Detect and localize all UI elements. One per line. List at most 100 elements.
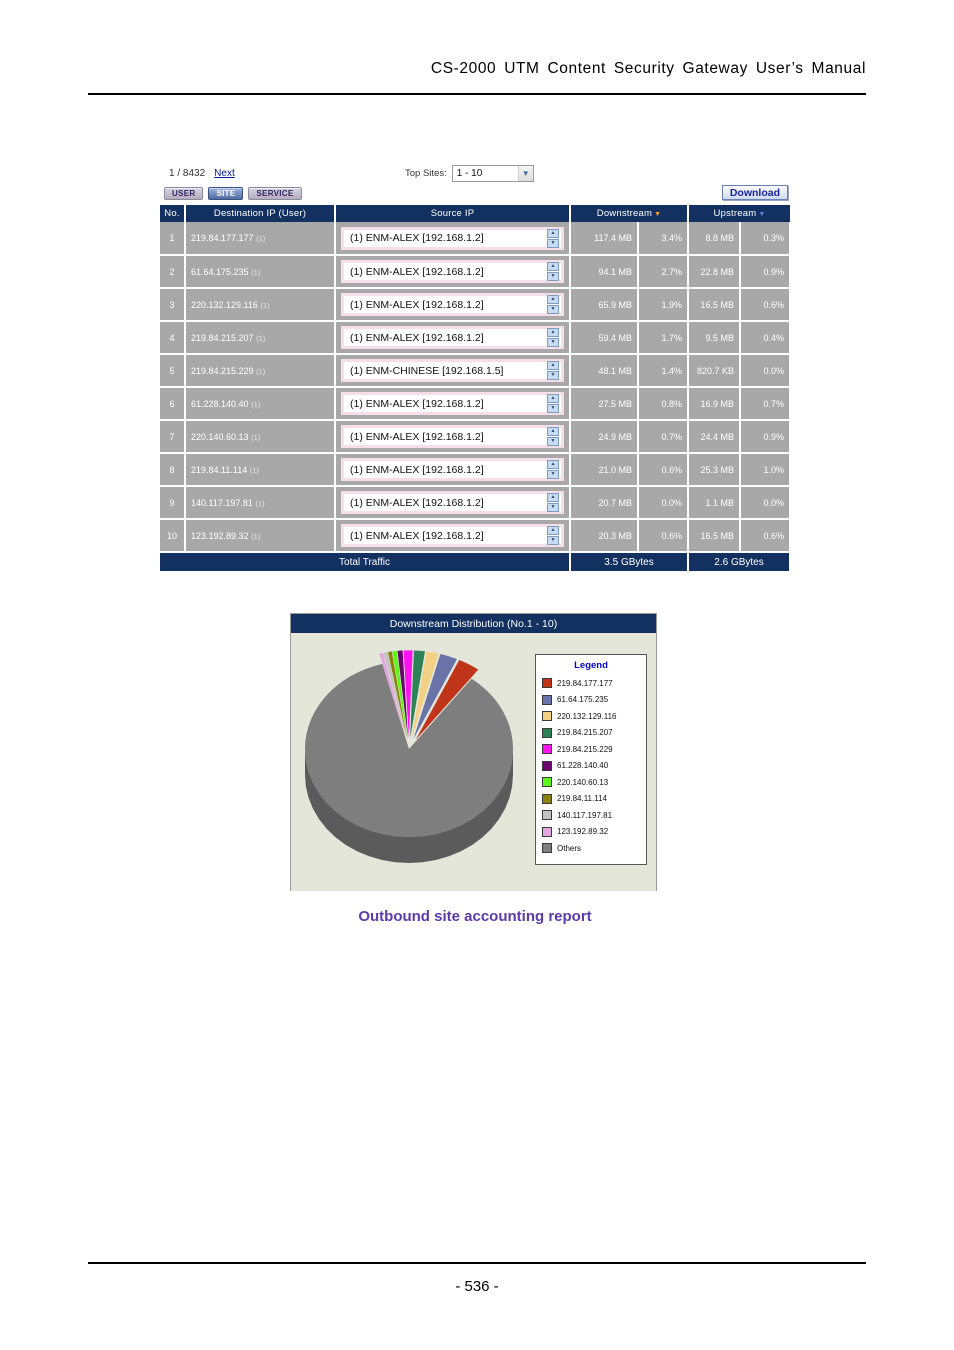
cell-destination-ip: 220.140.60.13 (1) — [185, 420, 336, 454]
legend-label: 219.84.11.114 — [557, 794, 607, 804]
legend-item: 61.64.175.235 — [542, 692, 640, 709]
destination-ip-text: 61.64.175.235 — [191, 266, 249, 277]
legend-label: 219.84.177.177 — [557, 678, 613, 688]
tab-user[interactable]: USER — [164, 187, 204, 200]
source-ip-listbox[interactable]: (1) ENM-ALEX [192.168.1.2] ▲ ▼ — [341, 425, 564, 448]
cell-upstream-percent: 1.0% — [740, 453, 792, 487]
legend-swatch — [542, 760, 552, 771]
table-row: 5 219.84.215.229 (1) (1) ENM-CHINESE [192.… — [160, 354, 792, 388]
spinner-down-icon[interactable]: ▼ — [547, 338, 559, 347]
legend-title: Legend — [574, 660, 608, 671]
source-ip-listbox[interactable]: (1) ENM-ALEX [192.168.1.2] ▲ ▼ — [341, 293, 564, 316]
source-ip-spinner[interactable]: ▲ ▼ — [547, 328, 559, 347]
col-no[interactable]: No. — [160, 205, 186, 222]
spinner-up-icon[interactable]: ▲ — [547, 394, 559, 403]
cell-upstream-percent: 0.6% — [740, 288, 792, 322]
legend-label: 61.228.140.40 — [557, 761, 609, 771]
cell-source-ip: (1) ENM-ALEX [192.168.1.2] ▲ ▼ — [335, 222, 571, 256]
top-sites-selected-value: 1 - 10 — [456, 168, 483, 179]
cell-downstream-bytes: 20.7 MB — [570, 486, 639, 520]
legend-item: 220.132.129.116 — [542, 708, 640, 725]
spinner-down-icon[interactable]: ▼ — [547, 437, 559, 446]
spinner-up-icon[interactable]: ▲ — [547, 460, 559, 469]
source-ip-spinner[interactable]: ▲ ▼ — [547, 427, 559, 446]
spinner-down-icon[interactable]: ▼ — [547, 404, 559, 413]
cell-downstream-bytes: 21.0 MB — [570, 453, 639, 487]
destination-count: (1) — [255, 498, 265, 508]
spinner-up-icon[interactable]: ▲ — [547, 493, 559, 502]
page-indicator: 1 / 8432 — [169, 168, 206, 179]
chevron-down-icon: ▼ — [517, 166, 533, 181]
source-ip-spinner[interactable]: ▲ ▼ — [547, 262, 559, 281]
cell-no: 8 — [160, 453, 186, 487]
spinner-down-icon[interactable]: ▼ — [547, 305, 559, 314]
source-ip-text: (1) ENM-ALEX [192.168.1.2] — [350, 265, 484, 278]
spinner-up-icon[interactable]: ▲ — [547, 361, 559, 370]
spinner-down-icon[interactable]: ▼ — [547, 272, 559, 281]
source-ip-listbox[interactable]: (1) ENM-ALEX [192.168.1.2] ▲ ▼ — [341, 524, 564, 547]
spinner-down-icon[interactable]: ▼ — [547, 470, 559, 479]
cell-downstream-bytes: 24.9 MB — [570, 420, 639, 454]
source-ip-listbox[interactable]: (1) ENM-ALEX [192.168.1.2] ▲ ▼ — [341, 392, 564, 415]
legend-swatch — [542, 826, 552, 837]
sort-descending-icon[interactable]: ▼ — [654, 211, 661, 218]
cell-downstream-percent: 0.8% — [638, 387, 689, 421]
source-ip-listbox[interactable]: (1) ENM-ALEX [192.168.1.2] ▲ ▼ — [341, 458, 564, 481]
spinner-up-icon[interactable]: ▲ — [547, 328, 559, 337]
col-destination-ip[interactable]: Destination IP (User) — [185, 205, 336, 222]
source-ip-spinner[interactable]: ▲ ▼ — [547, 394, 559, 413]
cell-no: 1 — [160, 222, 186, 256]
source-ip-listbox[interactable]: (1) ENM-ALEX [192.168.1.2] ▲ ▼ — [341, 260, 564, 283]
cell-source-ip: (1) ENM-ALEX [192.168.1.2] ▲ ▼ — [335, 387, 571, 421]
source-ip-spinner[interactable]: ▲ ▼ — [547, 460, 559, 479]
spinner-up-icon[interactable]: ▲ — [547, 526, 559, 535]
source-ip-listbox[interactable]: (1) ENM-ALEX [192.168.1.2] ▲ ▼ — [341, 226, 564, 250]
spinner-up-icon[interactable]: ▲ — [547, 295, 559, 304]
download-button[interactable]: Download — [721, 185, 788, 200]
top-sites-select[interactable]: 1 - 10 ▼ — [451, 165, 534, 182]
source-ip-spinner[interactable]: ▲ ▼ — [547, 493, 559, 512]
total-traffic-label: Total Traffic — [160, 552, 571, 571]
cell-no: 10 — [160, 519, 186, 553]
cell-upstream-bytes: 24.4 MB — [688, 420, 741, 454]
spinner-down-icon[interactable]: ▼ — [547, 238, 559, 248]
source-ip-spinner[interactable]: ▲ ▼ — [547, 295, 559, 314]
spinner-down-icon[interactable]: ▼ — [547, 503, 559, 512]
destination-count: (1) — [251, 531, 261, 541]
spinner-up-icon[interactable]: ▲ — [547, 228, 559, 238]
col-upstream-label: Upstream — [713, 208, 757, 219]
spinner-down-icon[interactable]: ▼ — [547, 536, 559, 545]
cell-no: 4 — [160, 321, 186, 355]
destination-ip-text: 123.192.89.32 — [191, 530, 249, 541]
cell-upstream-bytes: 16.5 MB — [688, 519, 741, 553]
source-ip-spinner[interactable]: ▲ ▼ — [547, 228, 559, 248]
destination-ip-text: 219.84.215.207 — [191, 332, 254, 343]
legend-item: 140.117.197.81 — [542, 807, 640, 824]
source-ip-spinner[interactable]: ▲ ▼ — [547, 361, 559, 380]
cell-upstream-bytes: 9.5 MB — [688, 321, 741, 355]
spinner-up-icon[interactable]: ▲ — [547, 427, 559, 436]
total-upstream-value: 2.6 GBytes — [688, 552, 792, 571]
col-upstream[interactable]: Upstream ▼ — [688, 205, 791, 222]
col-source-ip[interactable]: Source IP — [335, 205, 571, 222]
spinner-up-icon[interactable]: ▲ — [547, 262, 559, 271]
tab-service[interactable]: SERVICE — [248, 187, 302, 200]
source-ip-listbox[interactable]: (1) ENM-CHINESE [192.168.1.5] ▲ ▼ — [341, 359, 564, 382]
legend-item: 219.84.215.207 — [542, 725, 640, 742]
sort-descending-icon[interactable]: ▼ — [758, 211, 765, 218]
chart-title: Downstream Distribution (No.1 - 10) — [291, 614, 656, 633]
table-row: 10 123.192.89.32 (1) (1) ENM-ALEX [192.168… — [160, 519, 792, 553]
legend-label: Others — [557, 843, 582, 853]
col-downstream[interactable]: Downstream ▼ — [570, 205, 689, 222]
cell-downstream-percent: 1.9% — [638, 288, 689, 322]
next-page-link[interactable]: Next — [214, 168, 235, 179]
spinner-down-icon[interactable]: ▼ — [547, 371, 559, 380]
table-row: 2 61.64.175.235 (1) (1) ENM-ALEX [192.168.… — [160, 255, 792, 289]
legend-label: 220.140.60.13 — [557, 777, 609, 787]
source-ip-spinner[interactable]: ▲ ▼ — [547, 526, 559, 545]
tab-site[interactable]: SITE — [208, 187, 244, 200]
cell-downstream-bytes: 27.5 MB — [570, 387, 639, 421]
source-ip-listbox[interactable]: (1) ENM-ALEX [192.168.1.2] ▲ ▼ — [341, 491, 564, 514]
source-ip-listbox[interactable]: (1) ENM-ALEX [192.168.1.2] ▲ ▼ — [341, 326, 564, 349]
legend-label: 123.192.89.32 — [557, 827, 609, 837]
